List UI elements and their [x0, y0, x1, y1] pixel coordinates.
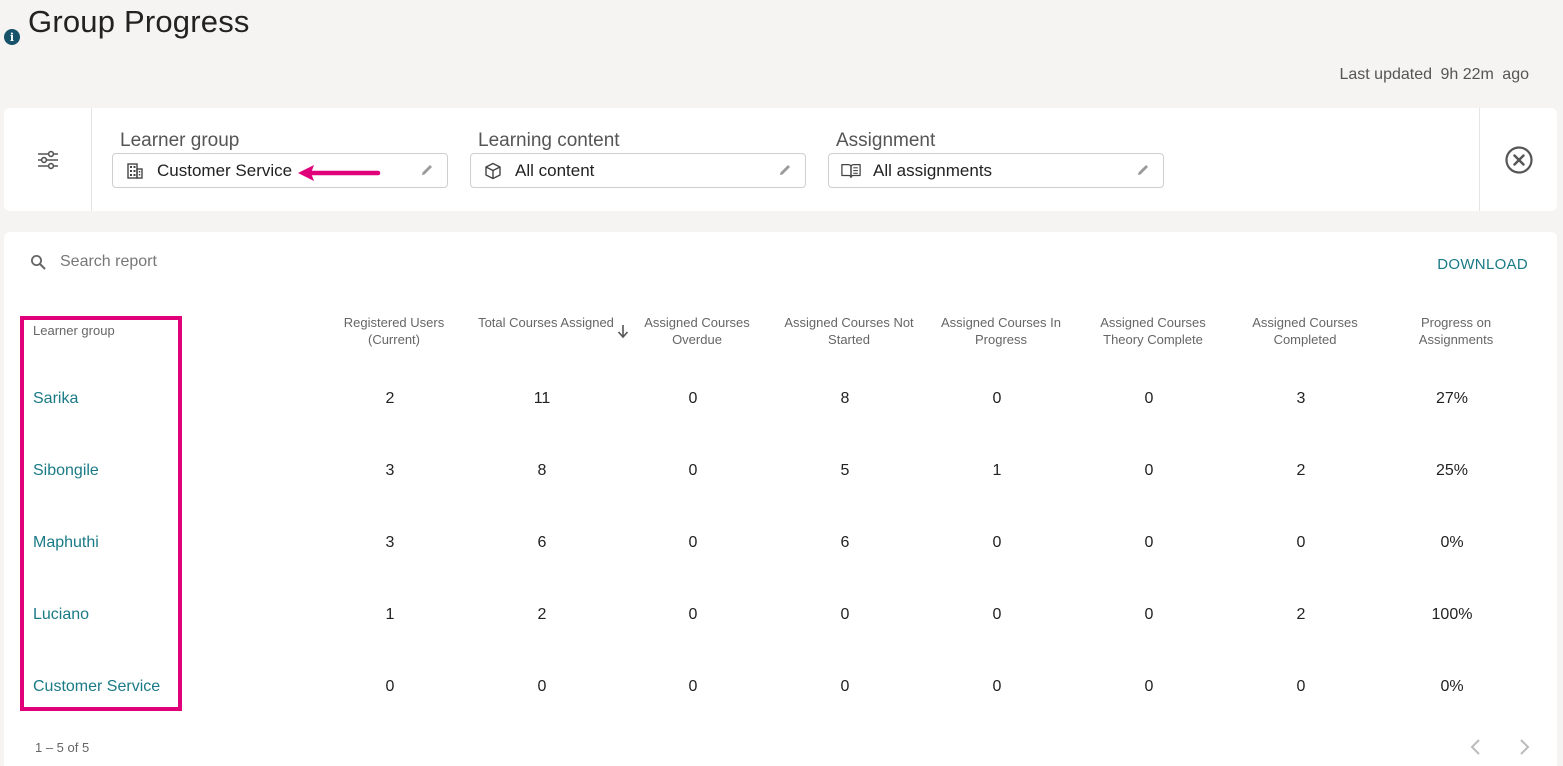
cell-not-started: 6	[840, 534, 850, 551]
cell-overdue: 0	[688, 606, 698, 623]
learning-content-value: All content	[515, 160, 595, 180]
column-header-overdue[interactable]: Assigned Courses Overdue	[626, 314, 768, 348]
assignment-value: All assignments	[873, 160, 993, 180]
cell-total: 11	[533, 390, 551, 407]
cell-progress: 27%	[1435, 390, 1469, 407]
filter-toggle-button[interactable]	[4, 108, 92, 211]
clear-filters-button[interactable]	[1479, 108, 1557, 211]
cell-in-progress: 1	[992, 462, 1002, 479]
page-title: Group Progress	[28, 4, 250, 39]
cell-overdue: 0	[688, 390, 698, 407]
search-bar	[30, 250, 360, 274]
column-header-in-progress[interactable]: Assigned Courses In Progress	[930, 314, 1072, 348]
cell-not-started: 8	[840, 390, 850, 407]
last-updated-value: 9h 22m	[1440, 66, 1494, 83]
column-header-theory-complete[interactable]: Assigned Courses Theory Complete	[1082, 314, 1224, 348]
column-header-completed[interactable]: Assigned Courses Completed	[1234, 314, 1376, 348]
download-link[interactable]: DOWNLOAD	[1437, 256, 1528, 273]
filter-assignment: Assignment All assignments	[828, 130, 1164, 188]
cell-registered: 3	[385, 534, 395, 551]
pencil-icon[interactable]	[777, 162, 793, 183]
cell-not-started: 0	[840, 678, 850, 695]
cell-in-progress: 0	[992, 606, 1002, 623]
cell-total: 8	[537, 462, 547, 479]
cell-overdue: 0	[688, 462, 698, 479]
cell-theory: 0	[1144, 534, 1154, 551]
column-header-not-started[interactable]: Assigned Courses Not Started	[778, 314, 920, 348]
info-icon[interactable]: i	[4, 29, 20, 45]
cell-completed: 2	[1296, 462, 1306, 479]
filter-bar: Learner group Customer Service Learning …	[4, 108, 1557, 211]
cell-theory: 0	[1144, 462, 1154, 479]
annotation-arrow	[298, 165, 381, 181]
cell-completed: 2	[1296, 606, 1306, 623]
cell-registered: 1	[385, 606, 395, 623]
cell-total: 6	[537, 534, 547, 551]
last-updated-label: Last updated	[1339, 66, 1433, 83]
cell-total: 2	[537, 606, 547, 623]
cell-not-started: 0	[840, 606, 850, 623]
cell-overdue: 0	[688, 678, 698, 695]
chevron-right-icon	[1520, 739, 1530, 755]
previous-page-button[interactable]	[1466, 737, 1486, 757]
pencil-icon[interactable]	[419, 162, 435, 183]
cell-not-started: 5	[840, 462, 850, 479]
chevron-left-icon	[1470, 739, 1480, 755]
report-card: DOWNLOAD Learner group Registered Users …	[4, 232, 1557, 766]
cell-registered: 2	[385, 390, 395, 407]
sliders-icon	[37, 150, 58, 169]
cell-progress: 100%	[1431, 606, 1473, 623]
cell-registered: 0	[385, 678, 395, 695]
last-updated: Last updated 9h 22m ago	[1339, 66, 1529, 84]
cell-in-progress: 0	[992, 390, 1002, 407]
cell-completed: 0	[1296, 534, 1306, 551]
cell-in-progress: 0	[992, 534, 1002, 551]
cell-theory: 0	[1144, 606, 1154, 623]
cell-theory: 0	[1144, 678, 1154, 695]
learner-group-value: Customer Service	[157, 160, 293, 180]
pencil-icon[interactable]	[1135, 162, 1151, 183]
learning-content-selector[interactable]: All content	[470, 153, 806, 188]
learner-group-selector[interactable]: Customer Service	[112, 153, 448, 188]
cell-total: 0	[537, 678, 547, 695]
search-input[interactable]	[60, 253, 360, 271]
cell-overdue: 0	[688, 534, 698, 551]
cell-progress: 25%	[1435, 462, 1469, 479]
next-page-button[interactable]	[1514, 737, 1534, 757]
annotation-highlight-box	[20, 316, 182, 711]
building-icon	[125, 161, 145, 181]
filter-label-assignment: Assignment	[836, 130, 936, 151]
filter-label-learning-content: Learning content	[478, 130, 620, 151]
cube-icon	[483, 161, 503, 181]
cell-progress: 0%	[1440, 678, 1464, 695]
cell-completed: 3	[1296, 390, 1306, 407]
column-header-progress[interactable]: Progress on Assignments	[1385, 314, 1527, 348]
last-updated-suffix: ago	[1502, 66, 1529, 83]
cell-completed: 0	[1296, 678, 1306, 695]
close-circle-icon	[1504, 145, 1533, 174]
book-icon	[841, 161, 861, 181]
cell-registered: 3	[385, 462, 395, 479]
column-header-total-courses[interactable]: Total Courses Assigned	[475, 314, 617, 331]
column-header-registered-users[interactable]: Registered Users (Current)	[323, 314, 465, 348]
assignment-selector[interactable]: All assignments	[828, 153, 1164, 188]
filter-label-learner-group: Learner group	[120, 130, 240, 151]
cell-theory: 0	[1144, 390, 1154, 407]
cell-progress: 0%	[1440, 534, 1464, 551]
pagination-range: 1 – 5 of 5	[35, 740, 90, 755]
search-icon	[31, 255, 46, 270]
filter-learning-content: Learning content All content	[470, 130, 806, 188]
filter-learner-group: Learner group Customer Service	[112, 130, 448, 188]
cell-in-progress: 0	[992, 678, 1002, 695]
